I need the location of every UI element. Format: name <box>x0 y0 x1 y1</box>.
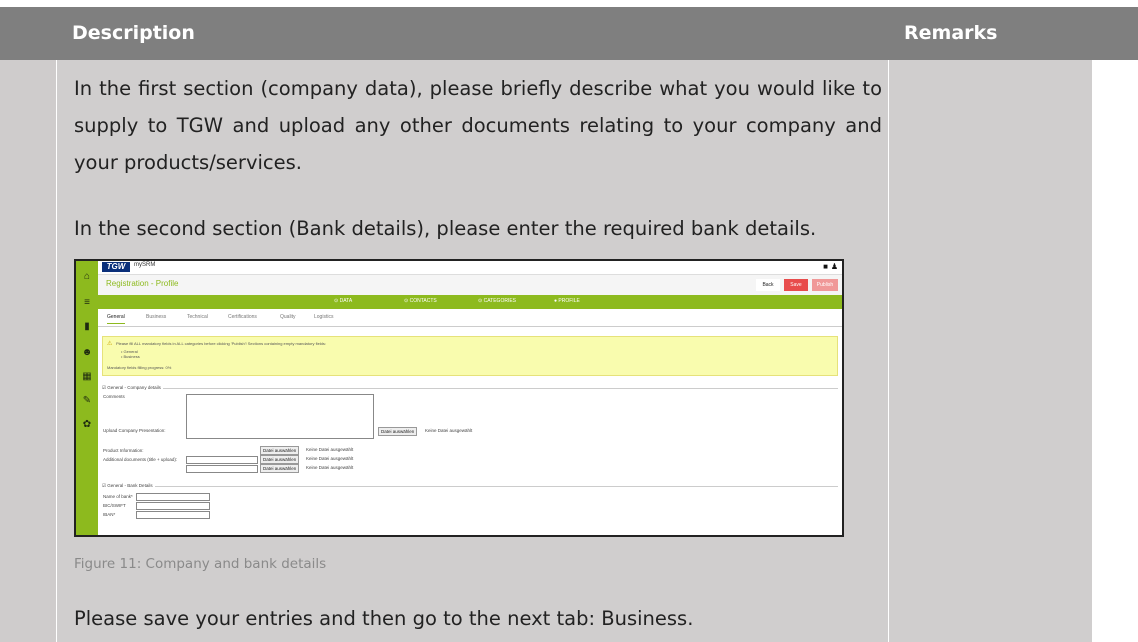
additional-docs-label: Additional documents (title + upload): <box>103 457 178 462</box>
doc-title-input <box>186 456 258 464</box>
choose-file-button: Datei auswählen <box>260 455 300 464</box>
mandatory-warning: ⚠ Please fill ALL mandatory fields in AL… <box>102 336 838 376</box>
product-info-label: Product Information: <box>103 448 144 453</box>
calendar-icon: ▦ <box>82 371 92 382</box>
upload-presentation-label: Upload Company Presentation: <box>103 428 166 433</box>
step-label: DATA <box>339 298 353 304</box>
tab-quality: Quality <box>280 314 296 320</box>
step-contacts: ⊙ CONTACTS <box>404 298 437 304</box>
paragraph-company-data: In the first section (company data), ple… <box>74 77 882 174</box>
header-description: Description <box>72 22 195 44</box>
right-margin <box>1092 60 1138 642</box>
choose-file-button: Datei auswählen <box>378 427 418 436</box>
figure-caption: Figure 11: Company and bank details <box>74 556 327 572</box>
no-file-text: Keine Datei ausgewählt <box>306 465 354 470</box>
warning-text: Please fill ALL mandatory fields in ALL … <box>116 341 327 346</box>
doc-title-input <box>186 465 258 473</box>
publish-button: Publish <box>812 279 838 291</box>
choose-file-button: Datei auswählen <box>260 464 300 473</box>
company-details-legend: ☑ General - Company details <box>102 385 163 391</box>
legend-text: General - Company details <box>107 385 161 390</box>
header-remarks: Remarks <box>904 22 998 44</box>
tab-general: General <box>107 314 125 324</box>
step-label: CATEGORIES <box>483 298 517 304</box>
warning-item: • Business <box>121 354 140 359</box>
no-file-text: Keine Datei ausgewählt <box>425 428 473 433</box>
app-name: mySRM <box>134 262 156 268</box>
registration-bar: Registration - Profile Back Save Publish <box>98 275 842 295</box>
app-sidebar: ⌂ ≡ ▮ ☻ ▦ ✎ ✿ <box>76 261 98 535</box>
paragraph-bank-details: In the second section (Bank details), pl… <box>74 217 817 240</box>
bank-details-legend: ☑ General - Bank Details <box>102 483 155 489</box>
tab-business: Business <box>146 314 167 320</box>
wrench-icon: ✎ <box>82 395 92 406</box>
document-icon: ▮ <box>84 321 90 332</box>
profile-icon: ♟ <box>830 262 838 271</box>
no-file-text: Keine Datei ausgewählt <box>306 456 354 461</box>
database-icon: ≡ <box>84 297 90 308</box>
notification-icon: ■ <box>823 262 828 271</box>
profile-tabs: General Business Technical Certification… <box>98 309 842 327</box>
tab-logistics: Logistics <box>314 314 334 320</box>
no-file-text: Keine Datei ausgewählt <box>306 447 354 452</box>
company-details-fieldset: ☑ General - Company details <box>102 385 838 391</box>
progress-text: Mandatory fields filling progress: 0% <box>107 365 172 370</box>
bic-label: BIC/SWIFT <box>103 503 126 508</box>
row-number-cell <box>0 60 57 642</box>
step-label: PROFILE <box>558 298 580 304</box>
tab-certifications: Certifications <box>228 314 257 320</box>
gear-icon: ✿ <box>82 419 92 430</box>
home-icon: ⌂ <box>83 271 91 282</box>
step-data: ⊙ DATA <box>334 298 353 304</box>
tgw-logo: TGW <box>102 262 130 272</box>
choose-file-button: Datei auswählen <box>260 446 300 455</box>
user-icon: ☻ <box>81 347 93 358</box>
bic-input <box>136 502 210 510</box>
back-button: Back <box>756 279 780 291</box>
step-categories: ⊙ CATEGORIES <box>478 298 517 304</box>
step-bar: ⊙ DATA ⊙ CONTACTS ⊙ CATEGORIES ● PROFILE <box>98 295 842 309</box>
bank-details-fieldset: ☑ General - Bank Details <box>102 483 838 489</box>
step-label: CONTACTS <box>409 298 437 304</box>
bank-name-label: Name of bank* <box>103 494 133 499</box>
iban-input <box>136 511 210 519</box>
comments-textarea <box>186 394 374 439</box>
remarks-cell <box>889 60 1092 642</box>
bank-name-input <box>136 493 210 501</box>
embedded-screenshot: ⌂ ≡ ▮ ☻ ▦ ✎ ✿ TGW mySRM ■ ♟ Registration… <box>74 259 844 537</box>
tab-technical: Technical <box>187 314 208 320</box>
legend-text: General - Bank Details <box>107 483 153 488</box>
warning-icon: ⚠ <box>107 341 113 347</box>
warning-item-label: Business <box>123 354 140 359</box>
table-header: Description Remarks <box>0 7 1138 60</box>
step-profile: ● PROFILE <box>554 298 580 304</box>
app-topbar: TGW mySRM ■ ♟ <box>98 261 842 275</box>
save-button: Save <box>784 279 808 291</box>
paragraph-save-entries: Please save your entries and then go to … <box>74 607 694 630</box>
comments-label: Comments <box>103 394 125 399</box>
iban-label: IBAN* <box>103 512 116 517</box>
document-table: Description Remarks In the first section… <box>0 0 1138 642</box>
page-title: Registration - Profile <box>106 279 179 288</box>
